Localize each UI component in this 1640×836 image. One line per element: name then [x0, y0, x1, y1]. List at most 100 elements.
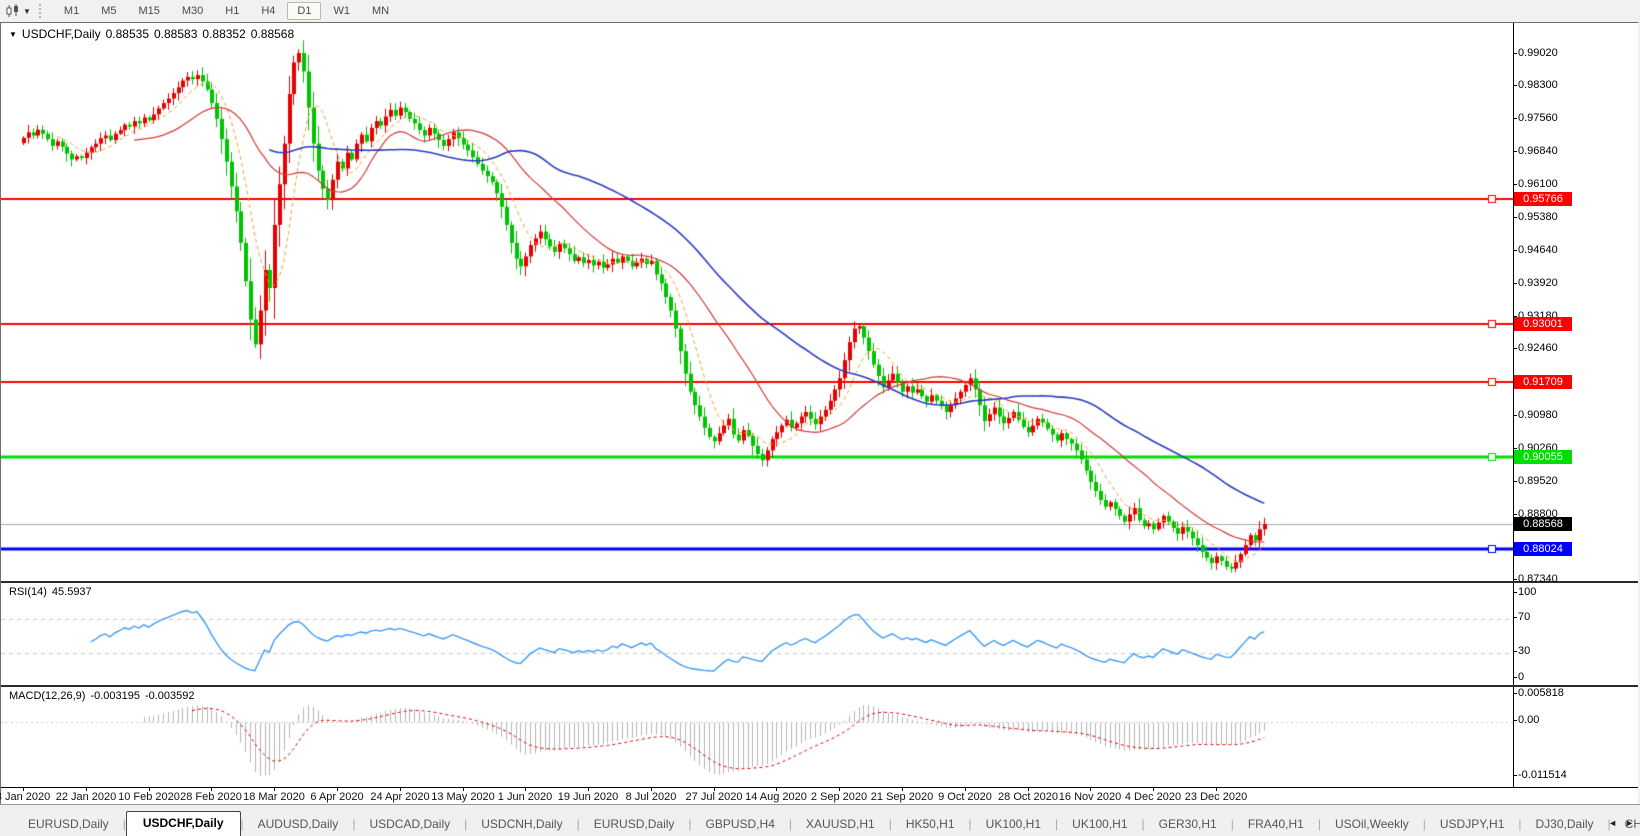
timeframe-button-h4[interactable]: H4	[251, 2, 285, 20]
price-tick-0.89520: 0.89520	[1518, 475, 1558, 487]
price-tick-0.90260-tick	[1513, 448, 1517, 449]
rsi-tick-30-tick	[1513, 651, 1517, 652]
hline-price-badge-0.88024: 0.88024	[1514, 542, 1572, 556]
timeframe-button-m15[interactable]: M15	[128, 2, 169, 20]
price-tick-0.87340: 0.87340	[1518, 573, 1558, 585]
rsi-tick-30: 30	[1518, 645, 1531, 657]
toolbar-grip[interactable]	[38, 4, 46, 18]
chart-tab-uk100-h1[interactable]: UK100,H1	[1058, 814, 1141, 836]
rsi-value: 45.5937	[51, 586, 92, 598]
date-label-11: 27 Jul 2020	[685, 791, 743, 803]
hline-price-badge-0.90055: 0.90055	[1514, 450, 1572, 464]
rsi-tick-0-tick	[1513, 677, 1517, 678]
date-label-6: 24 Apr 2020	[370, 791, 430, 803]
chart-tab-usoil-weekly[interactable]: USOil,Weekly	[1321, 814, 1423, 836]
date-label-3: 28 Feb 2020	[180, 791, 242, 803]
macd-tick-0_005818: 0.005818	[1518, 687, 1564, 699]
chart-tab-audusd-daily[interactable]: AUDUSD,Daily	[244, 814, 353, 836]
chart-tab-eurusd-daily[interactable]: EURUSD,Daily	[14, 814, 123, 836]
price-pane: ▼ USDCHF,Daily 0.88535 0.88583 0.88352 0…	[1, 23, 1638, 581]
price-tick-0.88800-tick	[1513, 514, 1517, 515]
price-tick-0.96100-tick	[1513, 184, 1517, 185]
macd-canvas[interactable]	[1, 689, 1513, 789]
date-label-4: 18 Mar 2020	[243, 791, 305, 803]
timeframe-button-group: M1 M5 M15 M30 H1 H4 D1 W1 MN	[53, 2, 400, 20]
macd-tick-0_005818-tick	[1513, 693, 1517, 694]
timeframe-button-h1[interactable]: H1	[215, 2, 249, 20]
price-tick-0.95380-tick	[1513, 217, 1517, 218]
macd-tick--0_011514-tick	[1513, 775, 1517, 776]
date-label-12: 14 Aug 2020	[745, 791, 807, 803]
rsi-tick-100: 100	[1518, 586, 1537, 598]
current-price-badge: 0.88568	[1514, 517, 1572, 531]
chart-type-dropdown-caret[interactable]: ▼	[23, 7, 31, 16]
rsi-axis-border	[1513, 583, 1514, 687]
timeframe-button-w1[interactable]: W1	[323, 2, 360, 20]
chart-tab-usdcnh-daily[interactable]: USDCNH,Daily	[467, 814, 576, 836]
date-label-17: 16 Nov 2020	[1058, 791, 1122, 803]
main-chart-canvas[interactable]	[1, 23, 1513, 581]
rsi-name: RSI(14)	[9, 586, 47, 598]
tab-scroll-arrows: ◄ ►	[1608, 818, 1634, 828]
price-tick-0.92460: 0.92460	[1518, 342, 1558, 354]
hline-price-badge-0.93001: 0.93001	[1514, 317, 1572, 331]
chart-tab-fra40-h1[interactable]: FRA40,H1	[1234, 814, 1318, 836]
price-tick-0.98300-tick	[1513, 85, 1517, 86]
macd-main-value: -0.003195	[90, 690, 140, 702]
price-tick-0.93920-tick	[1513, 283, 1517, 284]
chart-tab-uk100-h1[interactable]: UK100,H1	[972, 814, 1055, 836]
chart-tab-usdjpy-h1[interactable]: USDJPY,H1	[1426, 814, 1518, 836]
date-label-18: 4 Dec 2020	[1124, 791, 1182, 803]
price-tick-0.96100: 0.96100	[1518, 178, 1558, 190]
price-tick-0.99020-tick	[1513, 53, 1517, 54]
date-label-8: 1 Jun 2020	[497, 791, 553, 803]
timeframe-button-m5[interactable]: M5	[91, 2, 126, 20]
chart-tab-usdchf-daily[interactable]: USDCHF,Daily	[125, 811, 241, 836]
tab-scroll-left[interactable]: ◄	[1608, 818, 1617, 828]
chart-tab-xauusd-h1[interactable]: XAUUSD,H1	[792, 814, 889, 836]
price-tick-0.97560-tick	[1513, 118, 1517, 119]
macd-signal-value: -0.003592	[144, 690, 195, 702]
price-tick-0.90980: 0.90980	[1518, 409, 1558, 421]
rsi-canvas[interactable]	[1, 585, 1513, 687]
chart-tab-bar: EURUSD,Daily | USDCHF,Daily | AUDUSD,Daily | U…	[0, 804, 1640, 836]
price-tick-0.90980-tick	[1513, 415, 1517, 416]
chart-tab-usdcad-daily[interactable]: USDCAD,Daily	[355, 814, 464, 836]
candlestick-chart-icon[interactable]	[4, 3, 22, 19]
rsi-tick-70: 70	[1518, 611, 1531, 623]
date-label-19: 23 Dec 2020	[1184, 791, 1248, 803]
macd-pane: MACD(12,26,9) -0.003195 -0.003592	[1, 685, 1638, 789]
price-axis-border	[1513, 23, 1514, 581]
timeframe-button-m30[interactable]: M30	[172, 2, 213, 20]
hline-price-badge-0.91709: 0.91709	[1514, 375, 1572, 389]
date-label-10: 8 Jul 2020	[625, 791, 677, 803]
chart-tab-eurusd-daily[interactable]: EURUSD,Daily	[580, 814, 689, 836]
date-label-2: 10 Feb 2020	[118, 791, 180, 803]
timeframe-button-m1[interactable]: M1	[54, 2, 89, 20]
timeframe-button-d1[interactable]: D1	[287, 2, 322, 20]
date-label-0: 3 Jan 2020	[0, 791, 51, 803]
ohlc-open: 0.88535	[105, 27, 149, 41]
timeframe-button-mn[interactable]: MN	[362, 2, 399, 20]
macd-label: MACD(12,26,9) -0.003195 -0.003592	[9, 690, 195, 702]
price-tick-0.96840: 0.96840	[1518, 145, 1558, 157]
price-tick-0.92460-tick	[1513, 348, 1517, 349]
price-tick-0.98300: 0.98300	[1518, 79, 1558, 91]
chart-tab-ger30-h1[interactable]: GER30,H1	[1145, 814, 1231, 836]
tab-scroll-right[interactable]: ►	[1625, 818, 1634, 828]
chart-tab-hk50-h1[interactable]: HK50,H1	[892, 814, 969, 836]
rsi-tick-0: 0	[1518, 671, 1525, 683]
hline-price-badge-0.95766: 0.95766	[1514, 192, 1572, 206]
chart-title-caret[interactable]: ▼	[9, 30, 17, 39]
macd-tick--0_011514: -0.011514	[1518, 769, 1567, 781]
price-tick-0.93920: 0.93920	[1518, 277, 1558, 289]
rsi-pane: RSI(14) 45.5937	[1, 581, 1638, 687]
price-tick-0.97560: 0.97560	[1518, 112, 1558, 124]
price-tick-0.89520-tick	[1513, 481, 1517, 482]
ohlc-high: 0.88583	[154, 27, 198, 41]
rsi-tick-70-tick	[1513, 617, 1517, 618]
chart-tab-gbpusd-h4[interactable]: GBPUSD,H4	[692, 814, 789, 836]
date-label-1: 22 Jan 2020	[55, 791, 117, 803]
date-label-9: 19 Jun 2020	[557, 791, 619, 803]
chart-tab-dj30-daily[interactable]: DJ30,Daily	[1522, 814, 1608, 836]
